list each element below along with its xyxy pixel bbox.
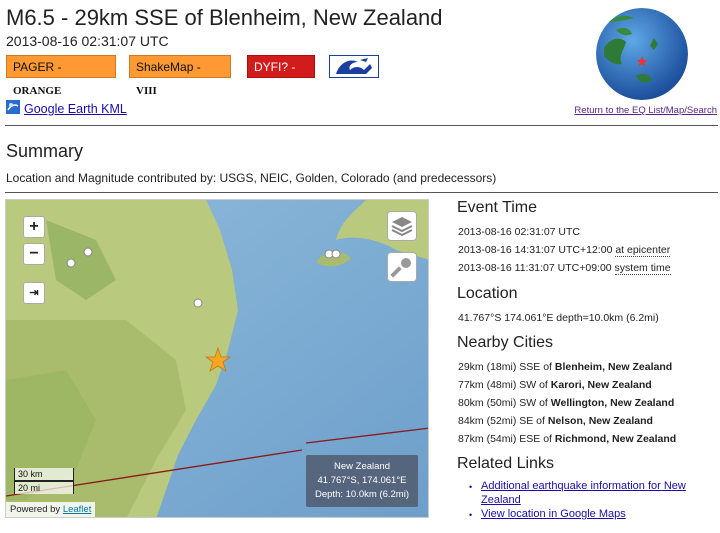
- system-time-value: 2013-08-16 11:31:07 UTC+09:00: [458, 262, 612, 274]
- google-earth-icon[interactable]: [6, 100, 20, 114]
- wrench-icon: [390, 258, 411, 278]
- map[interactable]: + − ⇥ 30 km 20 mi Powered by Leaflet New…: [5, 199, 429, 518]
- city-name: Nelson, New Zealand: [547, 415, 653, 427]
- location-heading: Location: [457, 285, 518, 302]
- attribution-prefix: Powered by: [10, 504, 63, 515]
- epicenter-time-label: at epicenter: [615, 244, 671, 257]
- tsunami-wave-icon: [336, 58, 372, 74]
- faults-button[interactable]: [387, 252, 417, 282]
- tooltip-place: New Zealand: [334, 461, 390, 472]
- epicenter-tooltip: New Zealand 41.767°S, 174.061°E Depth: 1…: [306, 455, 418, 507]
- nearby-city: 29km (18mi) SSE of Blenheim, New Zealand: [458, 361, 672, 373]
- dyfi-badge[interactable]: DYFI? - IX: [247, 55, 315, 97]
- city-name: Richmond, New Zealand: [554, 433, 677, 445]
- tooltip-depth: Depth: 10.0km (6.2mi): [315, 489, 409, 500]
- divider: [5, 125, 718, 126]
- city-name: Blenheim, New Zealand: [554, 361, 673, 373]
- layers-icon: [391, 217, 413, 237]
- nearby-city: 80km (50mi) SW of Wellington, New Zealan…: [458, 397, 674, 409]
- city-distance: 29km (18mi) SSE of: [458, 361, 555, 373]
- globe-icon: [596, 8, 688, 100]
- shakemap-badge[interactable]: ShakeMap - VIII: [129, 55, 231, 97]
- page-title: M6.5 - 29km SSE of Blenheim, New Zealand: [6, 5, 443, 30]
- epicenter-time-value: 2013-08-16 14:31:07 UTC+12:00: [458, 244, 613, 256]
- city-distance: 84km (52mi) SE of: [458, 415, 548, 427]
- divider: [5, 192, 718, 193]
- shakemap-level: VIII: [136, 85, 157, 97]
- city-name: Wellington, New Zealand: [550, 397, 675, 409]
- event-time-utc: 2013-08-16 02:31:07 UTC: [458, 226, 580, 238]
- dyfi-label: DYFI? -: [254, 60, 296, 74]
- zoom-out-button[interactable]: −: [23, 243, 45, 265]
- related-links-heading: Related Links: [457, 455, 554, 472]
- event-time-system: 2013-08-16 11:31:07 UTC+09:00 system tim…: [458, 262, 671, 275]
- tooltip-coords: 41.767°S, 174.061°E: [317, 475, 407, 486]
- additional-info-link-cont[interactable]: Zealand: [481, 494, 521, 506]
- city-distance: 87km (54mi) ESE of: [458, 433, 555, 445]
- map-attribution: Powered by Leaflet: [6, 502, 96, 517]
- summary-heading: Summary: [6, 141, 84, 161]
- event-time-heading: Event Time: [457, 199, 538, 216]
- city-distance: 80km (50mi) SW of: [458, 397, 551, 409]
- layers-button[interactable]: [387, 211, 417, 241]
- pager-label: PAGER -: [13, 60, 62, 74]
- nearby-city: 84km (52mi) SE of Nelson, New Zealand: [458, 415, 653, 427]
- city-distance: 77km (48mi) SW of: [458, 379, 551, 391]
- tsunami-badge[interactable]: [329, 55, 379, 78]
- google-maps-link[interactable]: View location in Google Maps: [481, 508, 626, 520]
- nearby-city: 77km (48mi) SW of Karori, New Zealand: [458, 379, 652, 391]
- zoom-in-button[interactable]: +: [23, 216, 45, 238]
- globe-locator: [596, 8, 688, 100]
- event-time-epicenter: 2013-08-16 14:31:07 UTC+12:00 at epicent…: [458, 244, 671, 257]
- shakemap-label: ShakeMap -: [136, 60, 201, 74]
- kml-link[interactable]: Google Earth KML: [24, 102, 127, 116]
- leaflet-link[interactable]: Leaflet: [63, 504, 92, 515]
- pager-level: ORANGE: [13, 85, 62, 97]
- contributors-text: Location and Magnitude contributed by: U…: [6, 171, 497, 185]
- bullet-icon: •: [469, 482, 473, 492]
- scale-km: 30 km: [14, 468, 74, 481]
- nearby-city: 87km (54mi) ESE of Richmond, New Zealand: [458, 433, 676, 445]
- city-name: Karori, New Zealand: [550, 379, 652, 391]
- event-datetime: 2013-08-16 02:31:07 UTC: [6, 33, 169, 49]
- bullet-icon: •: [469, 510, 473, 520]
- pager-badge[interactable]: PAGER - ORANGE: [6, 55, 116, 97]
- fullscreen-button[interactable]: ⇥: [23, 282, 45, 304]
- return-link[interactable]: Return to the EQ List/Map/Search: [574, 105, 717, 116]
- dyfi-level: IX: [254, 85, 267, 97]
- nearby-cities-heading: Nearby Cities: [457, 334, 554, 351]
- additional-info-link[interactable]: Additional earthquake information for Ne…: [481, 480, 686, 492]
- location-value: 41.767°S 174.061°E depth=10.0km (6.2mi): [458, 312, 659, 324]
- scale-mi: 20 mi: [14, 481, 74, 494]
- system-time-label: system time: [614, 262, 671, 275]
- map-scale: 30 km 20 mi: [14, 468, 74, 494]
